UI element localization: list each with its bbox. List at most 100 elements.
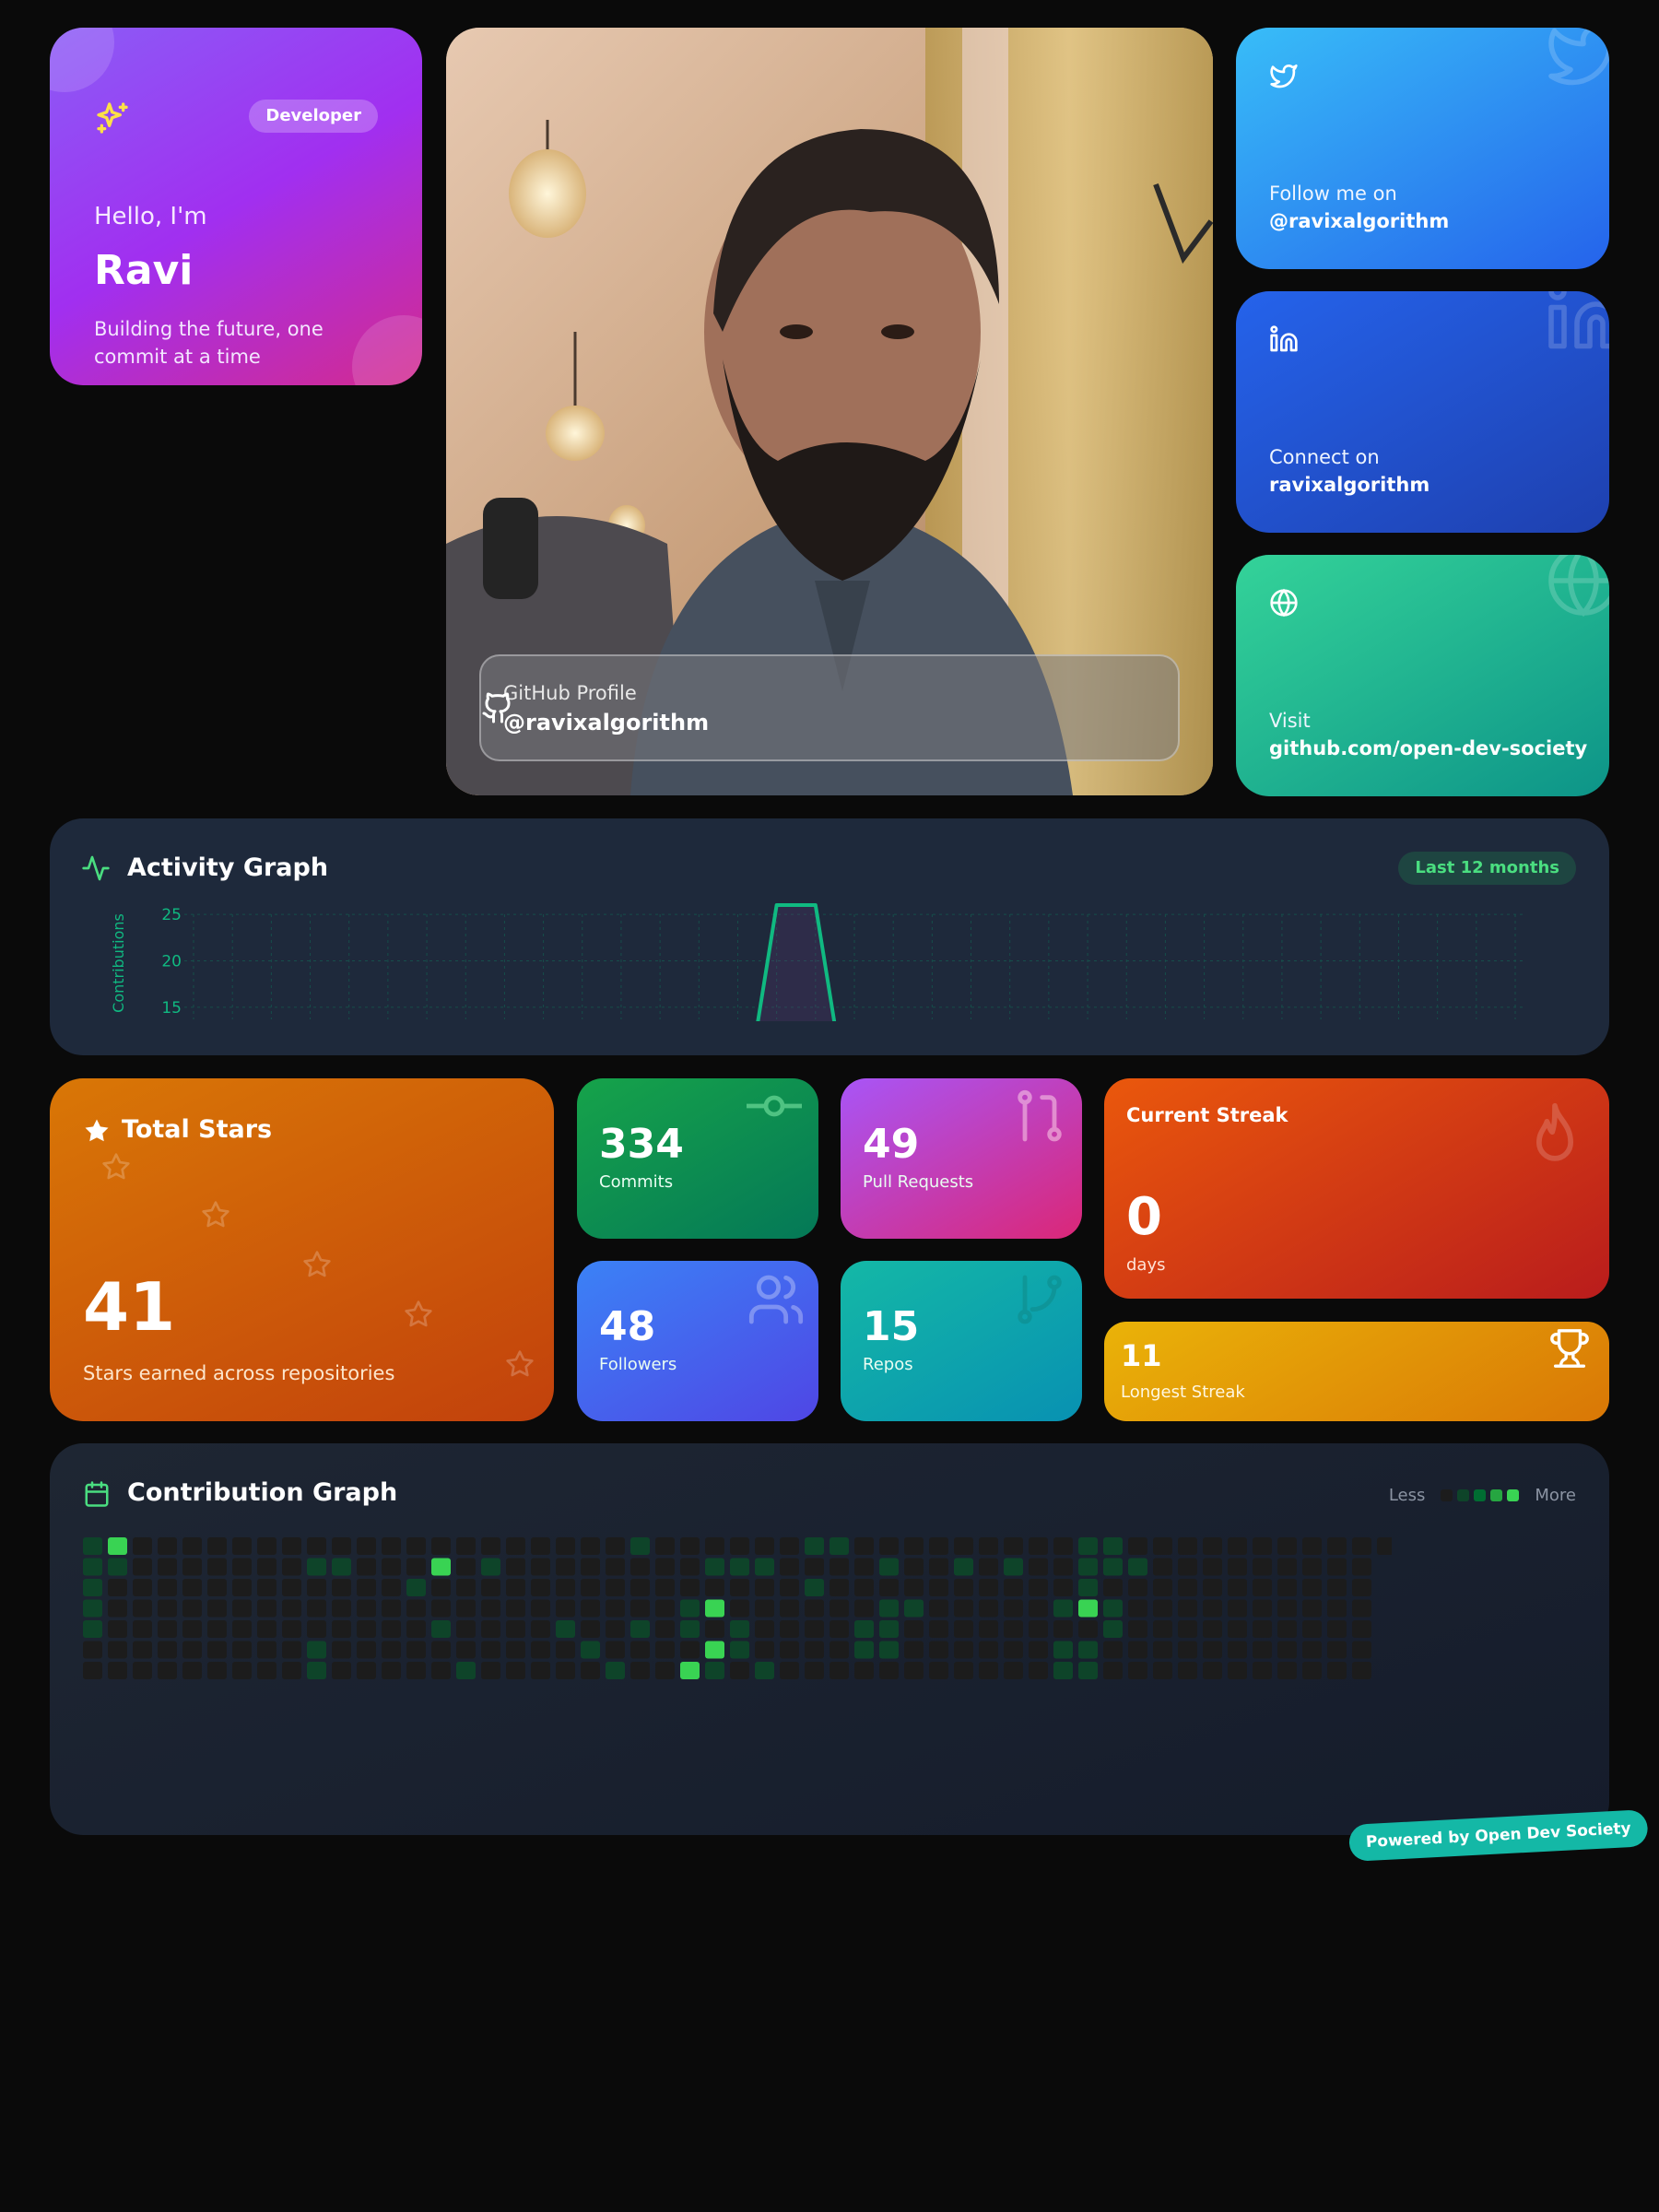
contribution-day	[158, 1662, 177, 1679]
profile-photo-card[interactable]: GitHub Profile @ravixalgorithm	[446, 28, 1213, 795]
contribution-day	[1253, 1662, 1272, 1679]
twitter-icon	[1548, 28, 1609, 86]
contribution-day	[630, 1620, 650, 1638]
contribution-day	[406, 1599, 426, 1618]
contribution-legend: Less More	[1389, 1486, 1576, 1505]
contribution-day	[805, 1558, 824, 1576]
twitter-handle[interactable]: @ravixalgorithm	[1269, 210, 1449, 232]
contribution-day	[207, 1641, 227, 1659]
contribution-day	[556, 1599, 575, 1618]
contribution-day	[1004, 1620, 1023, 1638]
git-pull-request-icon	[1018, 1089, 1062, 1142]
contribution-day	[755, 1558, 774, 1576]
greeting: Hello, I'm	[94, 203, 207, 230]
contribution-day	[755, 1537, 774, 1555]
contribution-day	[879, 1641, 899, 1659]
contribution-day	[879, 1599, 899, 1618]
contribution-day	[431, 1599, 451, 1618]
linkedin-handle[interactable]: ravixalgorithm	[1269, 474, 1430, 496]
contribution-day	[581, 1662, 600, 1679]
contribution-day	[1078, 1579, 1098, 1596]
contribution-day	[1228, 1558, 1247, 1576]
contribution-day	[1153, 1662, 1172, 1679]
contribution-day	[655, 1599, 675, 1618]
contribution-day	[1203, 1558, 1222, 1576]
contribution-day	[705, 1620, 724, 1638]
contribution-day	[282, 1558, 301, 1576]
contribution-day	[357, 1599, 376, 1618]
contribution-day	[1103, 1558, 1123, 1576]
contribution-day	[133, 1662, 152, 1679]
contribution-day	[182, 1537, 202, 1555]
contribution-day	[730, 1662, 749, 1679]
github-profile-overlay[interactable]: GitHub Profile @ravixalgorithm	[479, 654, 1180, 761]
followers-card: 48 Followers	[577, 1261, 818, 1421]
contribution-day	[282, 1662, 301, 1679]
website-card[interactable]: Visit github.com/open-dev-society	[1236, 555, 1609, 796]
contribution-day	[606, 1641, 625, 1659]
contribution-day	[1053, 1537, 1073, 1555]
contribution-day	[357, 1579, 376, 1596]
contribution-day	[133, 1620, 152, 1638]
contribution-day	[133, 1599, 152, 1618]
commits-card: 334 Commits	[577, 1078, 818, 1239]
contribution-day	[307, 1599, 326, 1618]
contribution-day	[581, 1537, 600, 1555]
contribution-day	[232, 1662, 252, 1679]
contribution-day	[1327, 1579, 1347, 1596]
website-url[interactable]: github.com/open-dev-society	[1269, 737, 1587, 759]
contribution-day	[630, 1641, 650, 1659]
contribution-day	[904, 1620, 924, 1638]
contribution-day	[232, 1537, 252, 1555]
activity-chart: 25 20 15 Contributions	[110, 903, 1524, 1021]
contribution-day	[1352, 1620, 1371, 1638]
contribution-graph-title: Contribution Graph	[127, 1478, 398, 1507]
contribution-day	[705, 1579, 724, 1596]
contribution-day	[1352, 1537, 1371, 1555]
linkedin-icon	[1548, 291, 1609, 349]
users-icon	[748, 1275, 804, 1324]
contribution-day	[805, 1537, 824, 1555]
contribution-day	[581, 1558, 600, 1576]
contribution-day	[805, 1579, 824, 1596]
contribution-day	[1004, 1558, 1023, 1576]
contribution-day	[282, 1599, 301, 1618]
contribution-day	[1277, 1579, 1297, 1596]
contribution-day	[431, 1558, 451, 1576]
contribution-day	[1153, 1537, 1172, 1555]
contribution-graph-card: Contribution Graph Less More	[50, 1443, 1609, 1835]
contribution-day	[879, 1558, 899, 1576]
contribution-day	[830, 1599, 849, 1618]
contribution-day	[730, 1537, 749, 1555]
contribution-day	[1128, 1662, 1147, 1679]
twitter-card[interactable]: Follow me on @ravixalgorithm	[1236, 28, 1609, 269]
contribution-day	[83, 1579, 102, 1596]
contribution-day	[1078, 1599, 1098, 1618]
contribution-day	[481, 1620, 500, 1638]
contribution-day	[332, 1579, 351, 1596]
contribution-day	[1153, 1641, 1172, 1659]
git-commit-icon	[747, 1095, 802, 1117]
contribution-day	[1178, 1558, 1197, 1576]
contribution-day	[1029, 1662, 1048, 1679]
contribution-day	[680, 1537, 700, 1555]
github-icon[interactable]	[481, 691, 514, 724]
contribution-day	[581, 1641, 600, 1659]
contribution-day	[1277, 1537, 1297, 1555]
contribution-day	[332, 1641, 351, 1659]
contribution-day	[133, 1579, 152, 1596]
contribution-day	[481, 1579, 500, 1596]
contribution-day	[531, 1641, 550, 1659]
contribution-day	[481, 1662, 500, 1679]
contribution-day	[730, 1579, 749, 1596]
contribution-day	[805, 1599, 824, 1618]
contribution-day	[879, 1537, 899, 1555]
git-branch-icon	[1018, 1275, 1062, 1324]
contribution-day	[1053, 1579, 1073, 1596]
linkedin-card[interactable]: Connect on ravixalgorithm	[1236, 291, 1609, 533]
contribution-day	[1103, 1620, 1123, 1638]
contribution-day	[332, 1662, 351, 1679]
contribution-day	[1327, 1537, 1347, 1555]
profile-name: Ravi	[94, 247, 194, 294]
contribution-day	[805, 1662, 824, 1679]
